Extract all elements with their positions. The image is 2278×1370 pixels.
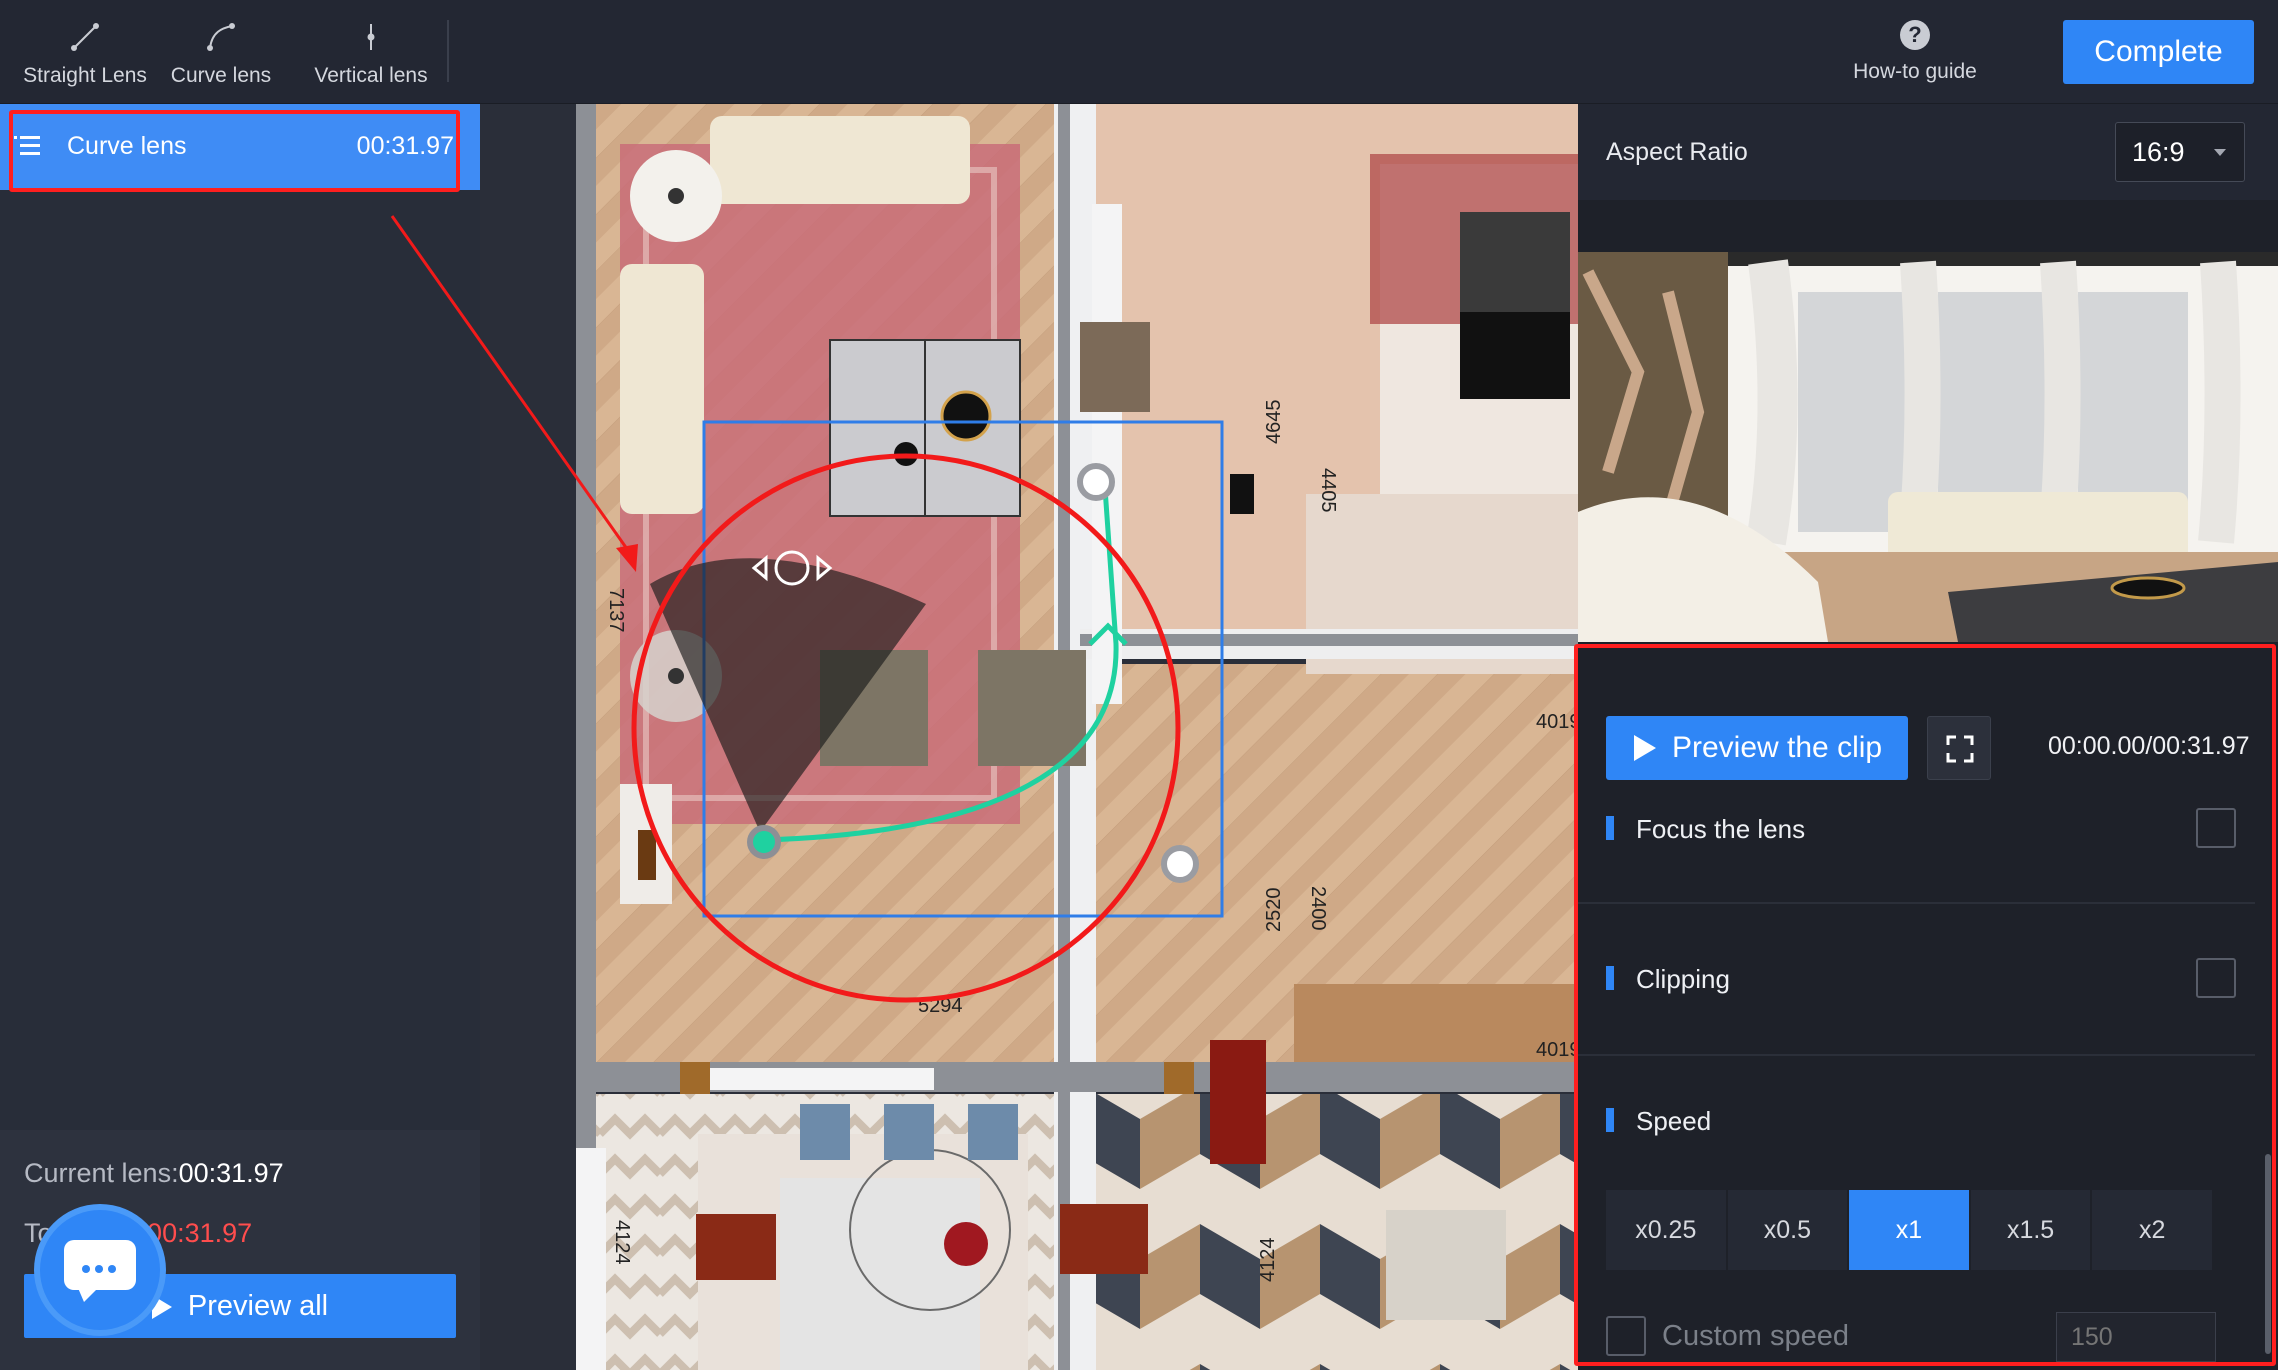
aspect-ratio-label: Aspect Ratio	[1606, 138, 1748, 166]
vertical-lens-label: Vertical lens	[314, 64, 428, 87]
fullscreen-icon	[1946, 735, 1974, 763]
custom-speed-label: Custom speed	[1662, 1320, 1849, 1352]
current-lens-label: Current lens:	[24, 1158, 179, 1188]
toolbar-divider	[447, 20, 449, 82]
how-to-guide-label: How-to guide	[1853, 60, 1977, 83]
curve-lens-tool[interactable]: Curve lens	[146, 14, 296, 94]
divider	[1578, 1054, 2255, 1056]
aspect-ratio-value: 16:9	[2132, 137, 2185, 167]
lens-item-duration: 00:31.97	[356, 132, 454, 160]
fullscreen-button[interactable]	[1927, 716, 1991, 780]
chevron-down-icon	[2214, 149, 2226, 156]
section-marker	[1606, 1108, 1614, 1132]
camera-end-point[interactable]	[1077, 463, 1115, 501]
section-marker	[1606, 966, 1614, 990]
preview-clip-button[interactable]: Preview the clip	[1606, 716, 1908, 780]
dimension-label: 4124	[611, 1220, 633, 1265]
top-toolbar: Straight Lens Curve lens Vertical lens ?…	[0, 0, 2278, 104]
aspect-ratio-row: Aspect Ratio 16:9	[1578, 104, 2278, 200]
straight-lens-label: Straight Lens	[23, 64, 147, 87]
curve-lens-icon	[207, 23, 235, 51]
play-icon	[151, 1294, 172, 1319]
section-marker	[1606, 816, 1614, 840]
drag-handle-icon[interactable]	[14, 134, 42, 158]
speed-row: Speed	[1606, 1092, 2236, 1152]
sofa	[710, 116, 970, 204]
dimension-label: 4019	[1536, 1039, 1578, 1061]
straight-lens-tool[interactable]: Straight Lens	[10, 14, 160, 94]
panel-scrollbar[interactable]	[2265, 1154, 2271, 1354]
current-lens-value: 00:31.97	[178, 1158, 284, 1188]
camera-preview-render	[1578, 252, 2278, 642]
custom-speed-row: Custom speed	[1606, 1304, 2246, 1364]
chat-icon	[64, 1240, 136, 1302]
speed-option-1.5[interactable]: x1.5	[1970, 1190, 2091, 1270]
clipping-label: Clipping	[1636, 964, 1730, 994]
complete-button[interactable]: Complete	[2063, 20, 2254, 84]
preview-clip-label: Preview the clip	[1672, 731, 1883, 764]
curve-control-point[interactable]	[1161, 845, 1199, 883]
speed-option-0.5[interactable]: x0.5	[1727, 1190, 1848, 1270]
custom-speed-input[interactable]	[2056, 1312, 2216, 1362]
focus-lens-row: Focus the lens	[1606, 800, 2236, 860]
curve-lens-label: Curve lens	[170, 64, 272, 87]
lens-item-name: Curve lens	[67, 132, 187, 160]
dimension-label: 7137	[605, 588, 627, 633]
vertical-lens-icon	[367, 24, 375, 50]
total-time-value: 00:31.97	[147, 1218, 253, 1248]
speed-option-1[interactable]: x1	[1849, 1190, 1969, 1270]
dimension-label: 4405	[1317, 468, 1339, 513]
clipping-checkbox[interactable]	[2196, 958, 2236, 998]
speed-option-0.25[interactable]: x0.25	[1606, 1190, 1726, 1270]
how-to-guide-button[interactable]: ? How-to guide	[1840, 18, 1990, 84]
speed-label: Speed	[1636, 1106, 1712, 1136]
custom-speed-checkbox[interactable]	[1606, 1316, 1646, 1356]
play-icon	[1634, 735, 1656, 761]
armchair-right	[978, 650, 1086, 766]
divider	[1578, 902, 2255, 904]
focus-lens-checkbox[interactable]	[2196, 808, 2236, 848]
help-icon: ?	[1900, 20, 1930, 50]
focus-lens-label: Focus the lens	[1636, 814, 1806, 844]
preview-all-label: Preview all	[187, 1289, 329, 1322]
camera-start-point[interactable]	[747, 825, 781, 859]
chat-support-button[interactable]	[40, 1210, 160, 1330]
lens-list-item[interactable]: Curve lens 00:31.97	[0, 104, 480, 190]
dimension-label: 2400	[1307, 886, 1329, 931]
dimension-label: 4645	[1263, 400, 1285, 445]
speed-selector: x0.25 x0.5 x1 x1.5 x2	[1606, 1190, 2212, 1270]
vertical-lens-tool[interactable]: Vertical lens	[296, 14, 446, 94]
clip-timecode: 00:00.00/00:31.97	[2048, 732, 2250, 760]
aspect-ratio-select[interactable]: 16:9	[2115, 122, 2245, 182]
speed-option-2[interactable]: x2	[2092, 1190, 2212, 1270]
clipping-row: Clipping	[1606, 950, 2236, 1010]
preview-image	[1578, 252, 2278, 642]
dimension-label: 2520	[1263, 888, 1285, 933]
app-root: Straight Lens Curve lens Vertical lens ?…	[0, 0, 2278, 1370]
dimension-label: 4019	[1536, 711, 1578, 733]
dimension-label: 4124	[1257, 1238, 1279, 1283]
current-lens-info: Current lens:00:31.97	[24, 1158, 284, 1189]
straight-lens-icon	[71, 23, 99, 51]
annotation-arrow	[390, 215, 638, 572]
